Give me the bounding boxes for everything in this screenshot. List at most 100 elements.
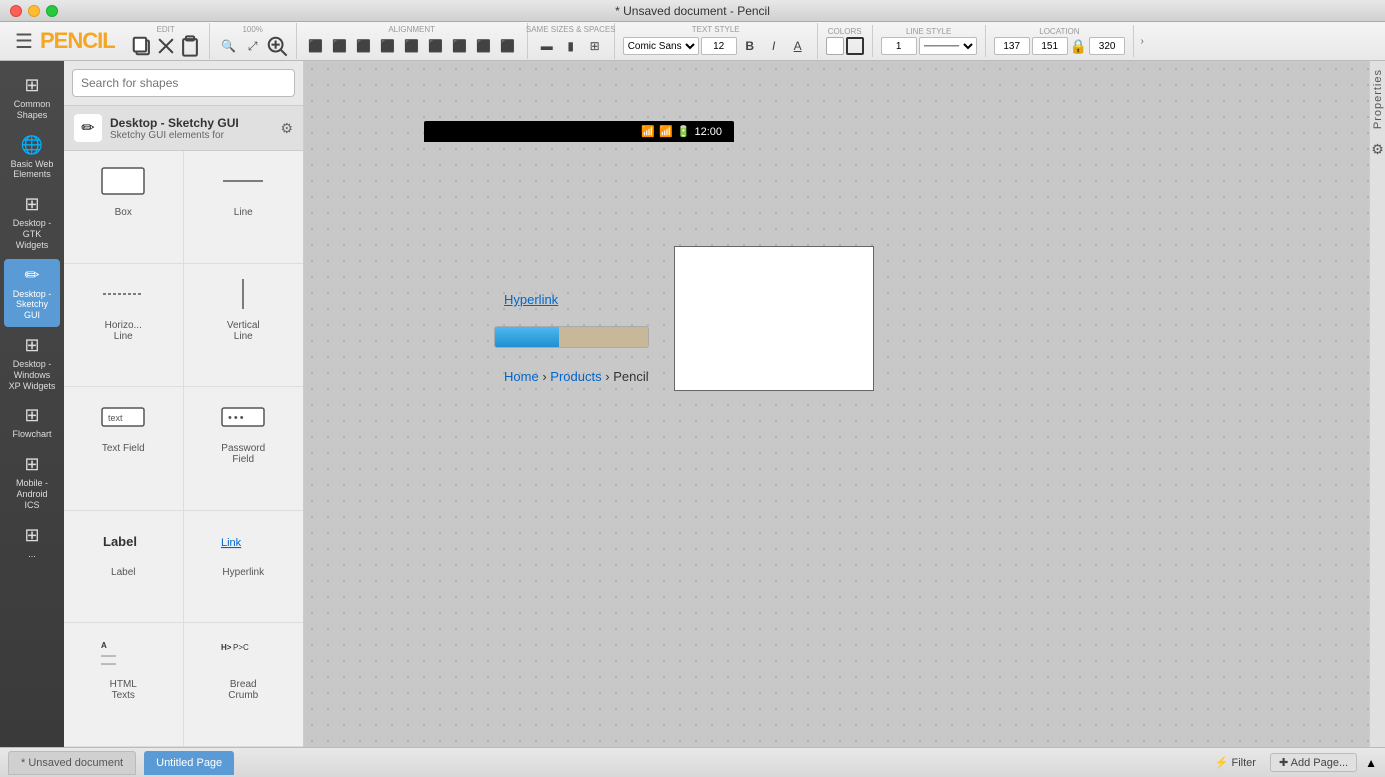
text-style-label: TEXT STYLE [692, 25, 740, 34]
align-center-h-button[interactable]: ⬛ [329, 35, 351, 57]
collection-info: ✏ Desktop - Sketchy GUI Sketchy GUI elem… [74, 114, 239, 142]
shapes-search-input[interactable] [72, 69, 295, 97]
shape-item-html-texts[interactable]: A ═══ ═══ HTMLTexts [64, 623, 184, 747]
line-width-input[interactable] [881, 37, 917, 55]
basic-web-icon: 🌐 [21, 135, 43, 156]
hyperlink-text[interactable]: Hyperlink [504, 292, 558, 307]
close-button[interactable] [10, 5, 22, 17]
properties-label[interactable]: Properties [1372, 69, 1384, 129]
page-tab[interactable]: Untitled Page [144, 751, 234, 775]
copy-button[interactable] [131, 35, 153, 57]
sidebar-item-desktop-gtk[interactable]: ⊞ Desktop - GTK Widgets [4, 188, 60, 256]
shape-item-breadcrumb[interactable]: H> P> C BreadCrumb [184, 623, 304, 747]
minimize-button[interactable] [28, 5, 40, 17]
svg-text:═══: ═══ [100, 661, 116, 668]
collection-icon: ✏ [74, 114, 102, 142]
sidebar-item-basic-web[interactable]: 🌐 Basic Web Elements [4, 129, 60, 187]
location-label: LOCATION [1039, 27, 1079, 36]
colors-section: COLORS [818, 25, 873, 57]
zoom-in-button[interactable] [266, 35, 288, 57]
line-style-select[interactable]: ───── [919, 37, 977, 55]
same-sizes-section: SAME SIZES & SPACES ▬ ▮ ⊞ [528, 23, 615, 59]
shape-item-password-field[interactable]: ••• PasswordField [184, 387, 304, 511]
line-style-label: LINE STYLE [906, 27, 951, 36]
properties-settings-icon[interactable]: ⚙ [1371, 141, 1384, 158]
anchor-button[interactable]: ⬛ [497, 35, 519, 57]
sidebar-item-more[interactable]: ⊞ ... [4, 519, 60, 566]
sidebar-item-desktop-windows[interactable]: ⊞ Desktop - Windows XP Widgets [4, 329, 60, 397]
font-size-input[interactable] [701, 37, 737, 55]
titlebar: * Unsaved document - Pencil [0, 0, 1385, 22]
collection-name: Desktop - Sketchy GUI [110, 116, 239, 130]
sidebar-item-mobile-android[interactable]: ⊞ Mobile - Android ICS [4, 448, 60, 516]
common-shapes-icon: ⊞ [24, 75, 39, 96]
align-middle-button[interactable]: ⬛ [401, 35, 423, 57]
fit-button[interactable]: ⤢ [242, 35, 264, 57]
y-input[interactable] [1032, 37, 1068, 55]
align-left-button[interactable]: ⬛ [305, 35, 327, 57]
expand-icon[interactable]: ▲ [1365, 756, 1377, 770]
status-icons: 📶 📶 🔋 12:00 [641, 125, 722, 138]
canvas-area[interactable]: 📶 📶 🔋 12:00 Hyperlink Home › Products › … [304, 61, 1369, 747]
menu-button[interactable]: ☰ [8, 25, 40, 57]
distribute-v-button[interactable]: ⬛ [473, 35, 495, 57]
font-select[interactable]: Comic Sans [623, 37, 699, 55]
distribute-h-button[interactable]: ⬛ [449, 35, 471, 57]
app-logo: PENCIL [40, 28, 115, 54]
breadcrumb-home[interactable]: Home [504, 369, 539, 384]
sidebar-item-desktop-sketchy[interactable]: ✏ Desktop - Sketchy GUI [4, 259, 60, 327]
zoom-out-button[interactable]: 🔍 [218, 35, 240, 57]
lock-icon[interactable]: 🔒 [1070, 38, 1087, 55]
alignment-label: ALIGNMENT [388, 25, 435, 34]
stroke-color-swatch[interactable] [846, 37, 864, 55]
zoom-section: 100% 🔍 ⤢ [210, 23, 297, 59]
window-controls[interactable] [10, 5, 58, 17]
bottom-bar: * Unsaved document Untitled Page ⚡ Filte… [0, 747, 1385, 777]
toolbar-expand-button[interactable]: › [1134, 30, 1150, 52]
document-tab[interactable]: * Unsaved document [8, 751, 136, 775]
breadcrumb-sep1: › [542, 369, 546, 384]
shape-item-hyperlink[interactable]: Link Hyperlink [184, 511, 304, 624]
svg-text:Label: Label [103, 534, 137, 549]
x-input[interactable] [994, 37, 1030, 55]
paste-button[interactable] [179, 35, 201, 57]
bold-button[interactable]: B [739, 35, 761, 57]
canvas-breadcrumb: Home › Products › Pencil [504, 369, 649, 384]
italic-button[interactable]: I [763, 35, 785, 57]
same-height-button[interactable]: ▮ [560, 35, 582, 57]
box-preview [93, 161, 153, 201]
align-right-button[interactable]: ⬛ [353, 35, 375, 57]
shape-item-text-field[interactable]: text Text Field [64, 387, 184, 511]
same-width-button[interactable]: ▬ [536, 35, 558, 57]
fill-color-swatch[interactable] [826, 37, 844, 55]
shape-item-line[interactable]: Line [184, 151, 304, 264]
shape-item-horizontal-line[interactable]: Horizo...Line [64, 264, 184, 388]
maximize-button[interactable] [46, 5, 58, 17]
edit-section: EDIT [123, 23, 210, 59]
underline-button[interactable]: A [787, 35, 809, 57]
collection-settings-icon[interactable]: ⚙ [280, 120, 293, 137]
filter-button[interactable]: ⚡ Filter [1209, 754, 1262, 771]
shape-item-vertical-line[interactable]: VerticalLine [184, 264, 304, 388]
toolbar: ☰ PENCIL EDIT 100% 🔍 ⤢ [0, 22, 1385, 61]
align-top-button[interactable]: ⬛ [377, 35, 399, 57]
filter-label: Filter [1232, 757, 1256, 769]
add-page-label: ✚ Add Page... [1279, 757, 1348, 769]
breadcrumb-products[interactable]: Products [550, 369, 601, 384]
same-size-button[interactable]: ⊞ [584, 35, 606, 57]
add-page-button[interactable]: ✚ Add Page... [1270, 753, 1357, 772]
sidebar-flowchart-label: Flowchart [12, 429, 51, 440]
canvas-hyperlink[interactable]: Hyperlink [504, 291, 558, 309]
shape-item-box[interactable]: Box [64, 151, 184, 264]
sidebar-item-common-shapes[interactable]: ⊞ Common Shapes [4, 69, 60, 127]
w-input[interactable] [1089, 37, 1125, 55]
cut-button[interactable] [155, 35, 177, 57]
sidebar-item-flowchart[interactable]: ⊞ Flowchart [4, 399, 60, 446]
html-texts-label: HTMLTexts [110, 679, 137, 701]
align-bottom-button[interactable]: ⬛ [425, 35, 447, 57]
svg-text:•••: ••• [228, 412, 246, 424]
shape-item-label[interactable]: Label Label [64, 511, 184, 624]
edit-label: EDIT [157, 25, 175, 34]
canvas-rectangle[interactable] [674, 246, 874, 391]
vertical-line-label: VerticalLine [227, 320, 260, 342]
